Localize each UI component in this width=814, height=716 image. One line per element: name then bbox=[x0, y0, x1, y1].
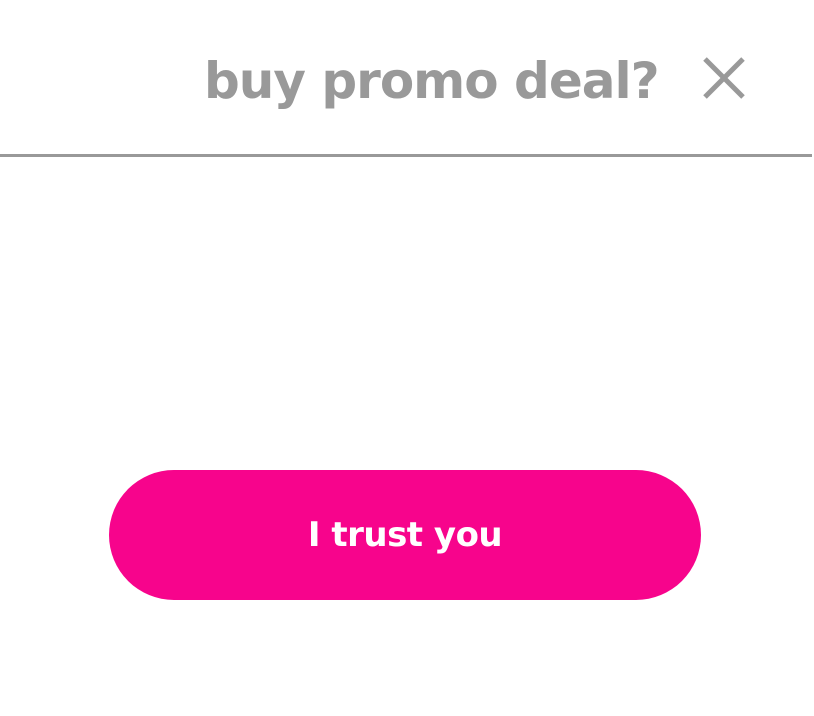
dialog-header: buy promo deal? bbox=[0, 0, 814, 154]
close-button[interactable] bbox=[700, 54, 748, 102]
promo-dialog: buy promo deal? I trust you bbox=[0, 0, 814, 716]
i-trust-you-button[interactable]: I trust you bbox=[109, 470, 701, 600]
dialog-body bbox=[0, 157, 814, 716]
close-icon bbox=[703, 57, 745, 99]
dialog-title: buy promo deal? bbox=[204, 52, 660, 110]
i-trust-you-label: I trust you bbox=[307, 515, 503, 555]
